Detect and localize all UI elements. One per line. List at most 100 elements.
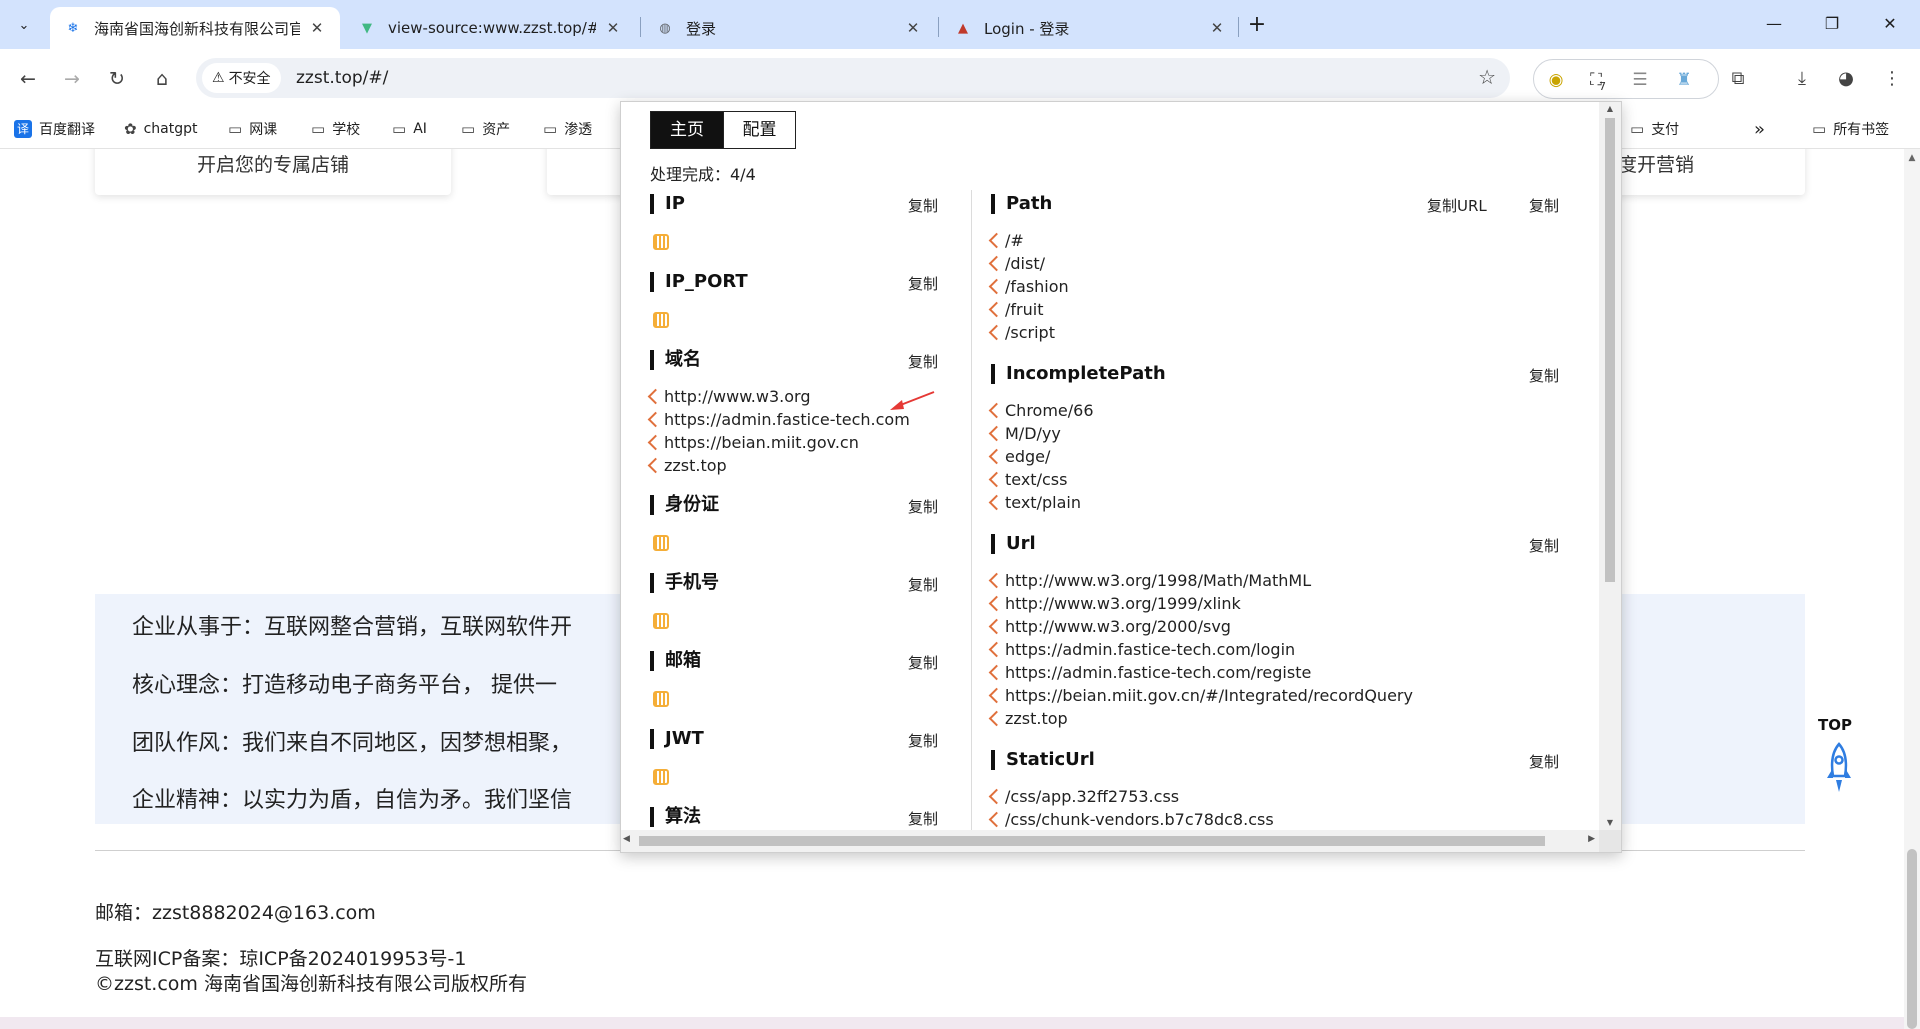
incomplete-path-item[interactable]: M/D/yy [989, 424, 1061, 443]
page-scrollbar[interactable]: ▲ [1904, 149, 1920, 1029]
popup-hscroll-thumb[interactable] [639, 836, 1545, 846]
copy-button[interactable]: 复制 [908, 496, 938, 517]
incomplete-path-item[interactable]: Chrome/66 [989, 401, 1094, 420]
copy-button[interactable]: 复制 [1529, 535, 1559, 556]
footer-icp[interactable]: 互联网ICP备案：琼ICP备2024019953号-1 [95, 944, 466, 971]
popup-horizontal-scrollbar[interactable]: ◀ ▶ [621, 830, 1599, 852]
section-title-email: 邮箱 [650, 651, 701, 671]
bookmark-item[interactable]: ▭ 学校 [311, 117, 360, 141]
rocket-icon[interactable] [1822, 742, 1856, 796]
copy-button[interactable]: 复制 [908, 273, 938, 294]
badge-extension-icon[interactable]: ♜ [1670, 66, 1698, 94]
tab-title: 海南省国海创新科技有限公司官 [94, 19, 300, 38]
folder-icon: ▭ [1630, 120, 1645, 138]
path-item[interactable]: /# [989, 231, 1024, 250]
url-item[interactable]: https://beian.miit.gov.cn/#/Integrated/r… [989, 686, 1413, 705]
static-url-item[interactable]: /css/chunk-vendors.b7c78dc8.css [989, 810, 1274, 829]
tab-company[interactable]: ❄ 海南省国海创新科技有限公司官 ✕ [50, 7, 340, 49]
close-icon[interactable]: ✕ [904, 19, 922, 37]
window-close-button[interactable]: ✕ [1866, 8, 1914, 40]
url-item[interactable]: http://www.w3.org/1998/Math/MathML [989, 571, 1311, 590]
url-item[interactable]: zzst.top [989, 709, 1068, 728]
folder-icon: ▭ [543, 120, 558, 138]
domain-item[interactable]: https://admin.fastice-tech.com [648, 410, 910, 429]
back-arrow-icon[interactable]: ← [12, 63, 44, 95]
tab-view-source[interactable]: ▼ view-source:www.zzst.top/#/ ✕ [344, 7, 636, 49]
url-item[interactable]: http://www.w3.org/2000/svg [989, 617, 1231, 636]
domain-item[interactable]: https://beian.miit.gov.cn [648, 433, 859, 452]
bookmark-item[interactable]: ▭ AI [392, 117, 427, 141]
bookmark-item[interactable]: ▭ 渗透 [543, 117, 592, 141]
tab-login[interactable]: ▲ Login - 登录 ✕ [940, 7, 1240, 49]
bookmark-item[interactable]: ▭ 资产 [461, 117, 510, 141]
tab-search-icon[interactable]: ⌄ [9, 11, 39, 39]
url-item[interactable]: http://www.w3.org/1999/xlink [989, 594, 1241, 613]
copy-button[interactable]: 复制 [908, 351, 938, 372]
url-item[interactable]: https://admin.fastice-tech.com/registe [989, 663, 1311, 682]
page-scroll-thumb[interactable] [1907, 849, 1917, 1029]
reload-icon[interactable]: ↻ [101, 63, 133, 95]
scroll-right-icon[interactable]: ▶ [1588, 834, 1595, 844]
copy-button[interactable]: 复制 [908, 808, 938, 829]
popup-tabs: 主页 配置 [650, 111, 796, 149]
copy-url-button[interactable]: 复制URL [1427, 195, 1487, 216]
minimize-button[interactable]: — [1750, 8, 1798, 40]
bookmark-item[interactable]: ▭ 支付 [1630, 117, 1679, 141]
bookmark-item[interactable]: ▭ 所有书签 [1812, 117, 1889, 141]
path-item[interactable]: /fashion [989, 277, 1069, 296]
path-item[interactable]: /fruit [989, 300, 1043, 319]
maximize-button[interactable]: ❐ [1808, 8, 1856, 40]
forward-arrow-icon[interactable]: → [56, 63, 88, 95]
address-bar[interactable]: ⚠ 不安全 zzst.top/#/ ☆ [196, 58, 1510, 98]
static-url-item[interactable]: /css/app.32ff2753.css [989, 787, 1179, 806]
copy-button[interactable]: 复制 [908, 730, 938, 751]
domain-item[interactable]: zzst.top [648, 456, 727, 475]
tab-login-cn[interactable]: ◍ 登录 ✕ [642, 7, 936, 49]
copy-button[interactable]: 复制 [908, 195, 938, 216]
scroll-up-icon[interactable]: ▲ [1904, 153, 1920, 163]
incomplete-path-item[interactable]: text/css [989, 470, 1067, 489]
download-icon[interactable]: ⤓ [1786, 63, 1818, 95]
scroll-left-icon[interactable]: ◀ [623, 834, 630, 844]
scroll-up-icon[interactable]: ▲ [1599, 102, 1621, 116]
popup-vertical-scrollbar[interactable]: ▲ ▼ [1599, 102, 1621, 830]
tab-home[interactable]: 主页 [651, 112, 723, 148]
bookmark-item[interactable]: ✿ chatgpt [124, 117, 197, 141]
scroll-down-icon[interactable]: ▼ [1599, 816, 1621, 830]
menu-dots-icon[interactable]: ⋮ [1876, 63, 1908, 95]
puzzle-extensions-icon[interactable]: ⧉ [1722, 63, 1754, 95]
path-item[interactable]: /script [989, 323, 1055, 342]
bookmark-label: 网课 [249, 122, 278, 138]
security-chip[interactable]: ⚠ 不安全 [202, 63, 281, 93]
close-icon[interactable]: ✕ [308, 19, 326, 37]
incomplete-path-item[interactable]: edge/ [989, 447, 1050, 466]
copy-button[interactable]: 复制 [1529, 751, 1559, 772]
profile-avatar-icon[interactable]: ◕ [1830, 63, 1862, 95]
url-text[interactable]: zzst.top/#/ [296, 68, 388, 88]
popup-scroll-thumb[interactable] [1605, 118, 1615, 582]
info-line: 核心理念：打造移动电子商务平台， 提供一 [132, 673, 557, 698]
empty-result-icon [653, 535, 669, 551]
copy-button[interactable]: 复制 [1529, 195, 1559, 216]
bookmark-star-icon[interactable]: ☆ [1478, 65, 1496, 89]
bookmark-item[interactable]: 译 百度翻译 [14, 117, 95, 141]
close-icon[interactable]: ✕ [1208, 19, 1226, 37]
tab-config[interactable]: 配置 [723, 112, 795, 148]
copy-button[interactable]: 复制 [908, 574, 938, 595]
bookmark-item[interactable]: ▭ 网课 [228, 117, 277, 141]
scrollbar-corner [1599, 830, 1621, 852]
section-title-static-url: StaticUrl [991, 750, 1095, 770]
incomplete-path-item[interactable]: text/plain [989, 493, 1081, 512]
url-item[interactable]: https://admin.fastice-tech.com/login [989, 640, 1295, 659]
ring-extension-icon[interactable]: ◉ [1542, 66, 1570, 94]
bookmarks-overflow-button[interactable]: » [1754, 117, 1765, 141]
home-icon[interactable]: ⌂ [146, 63, 178, 95]
domain-item[interactable]: http://www.w3.org [648, 387, 810, 406]
back-to-top-label[interactable]: TOP [1818, 716, 1852, 734]
path-item[interactable]: /dist/ [989, 254, 1045, 273]
close-icon[interactable]: ✕ [604, 19, 622, 37]
copy-button[interactable]: 复制 [1529, 365, 1559, 386]
copy-button[interactable]: 复制 [908, 652, 938, 673]
lines-extension-icon[interactable]: ☰ [1626, 66, 1654, 94]
new-tab-button[interactable]: + [1243, 12, 1271, 40]
